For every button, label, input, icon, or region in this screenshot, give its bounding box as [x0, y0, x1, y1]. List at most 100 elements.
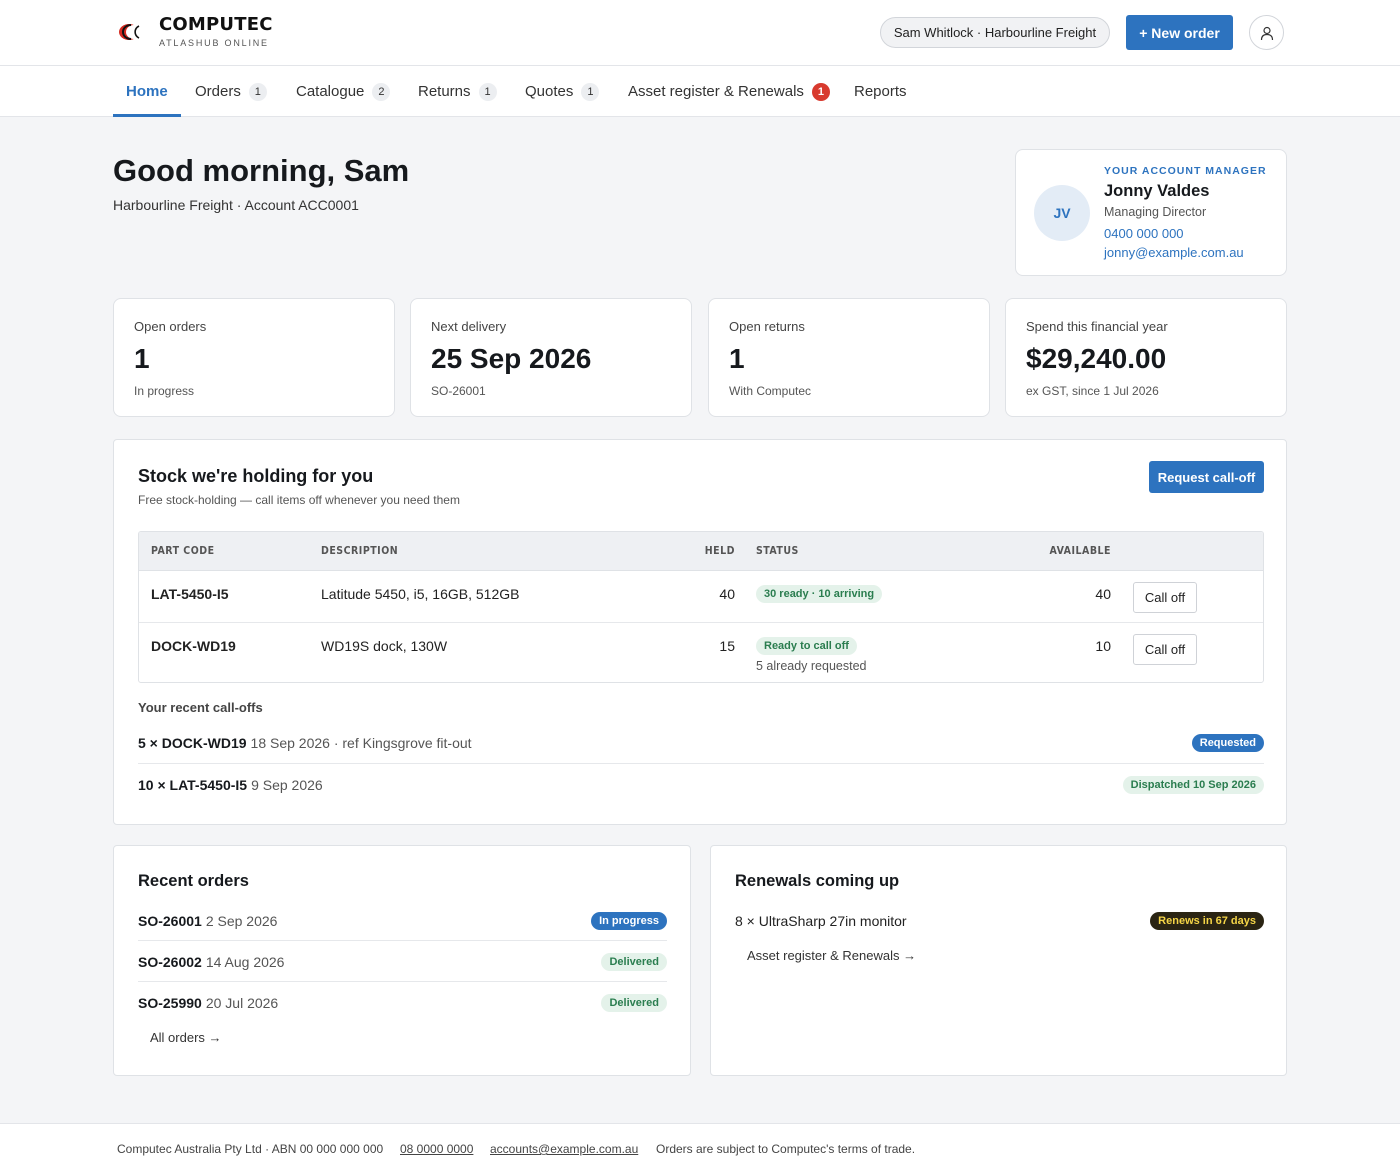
order-id: SO-25990 — [138, 995, 202, 1011]
column-header: STATUS — [756, 545, 799, 557]
table-row: DOCK-WD19 WD19S dock, 130W 15 Ready to c… — [139, 623, 1263, 682]
asset-register-link[interactable]: Asset register & Renewals → — [747, 948, 916, 963]
stat-label: Open returns — [729, 319, 805, 334]
call-off-button[interactable]: Call off — [1133, 582, 1197, 613]
tab-returns[interactable]: Returns 1 — [418, 66, 497, 117]
status-badge: Dispatched 10 Sep 2026 — [1122, 775, 1264, 794]
order-id: SO-26001 — [138, 912, 202, 929]
call-off-detail: 18 Sep 2026 · ref Kingsgrove fit-out — [250, 735, 472, 751]
tab-count-badge: 2 — [372, 82, 391, 101]
call-off-item: 10 × LAT-5450-I5 — [138, 776, 248, 793]
stat-sub: In progress — [134, 384, 195, 398]
list-item[interactable]: SO-26002 14 Aug 2026 Delivered — [138, 942, 667, 982]
status-badge: Delivered — [601, 952, 667, 971]
table-header: PART CODE DESCRIPTION HELD STATUS AVAILA… — [139, 532, 1263, 571]
list-item[interactable]: SO-25990 20 Jul 2026 Delivered — [138, 983, 667, 1023]
status-badge: Ready to call off — [756, 637, 857, 655]
top-bar: COMPUTEC ATLASHUB ONLINE Sam Whitlock · … — [0, 0, 1400, 66]
brand-tagline: ATLASHUB ONLINE — [159, 38, 269, 48]
stat-open-orders: Open orders 1 In progress — [113, 298, 395, 417]
section-title: Renewals coming up — [735, 872, 900, 890]
stat-label: Spend this financial year — [1026, 319, 1168, 334]
stat-value: 1 — [134, 343, 150, 374]
call-off-button[interactable]: Call off — [1133, 634, 1197, 665]
stat-sub: SO-26001 — [431, 384, 486, 398]
manager-phone-link[interactable]: 0400 000 000 — [1104, 226, 1184, 241]
order-id: SO-26002 — [138, 953, 202, 970]
stat-sub: With Computec — [729, 384, 812, 398]
tab-count-badge: 1 — [581, 82, 600, 101]
tab-label: Returns — [418, 83, 471, 100]
stat-open-returns: Open returns 1 With Computec — [708, 298, 990, 417]
part-description: WD19S dock, 130W — [321, 638, 448, 654]
tab-reports[interactable]: Reports — [854, 66, 907, 117]
new-order-button[interactable]: + New order — [1126, 15, 1233, 50]
tab-label: Orders — [195, 83, 241, 100]
stat-sub: ex GST, since 1 Jul 2026 — [1026, 384, 1159, 398]
manager-name: Jonny Valdes — [1104, 182, 1210, 200]
manager-label: YOUR ACCOUNT MANAGER — [1104, 165, 1267, 177]
order-date: 14 Aug 2026 — [205, 953, 285, 970]
tab-quotes[interactable]: Quotes 1 — [525, 66, 600, 117]
table-row: LAT-5450-I5 Latitude 5450, i5, 16GB, 512… — [139, 571, 1263, 623]
status-badge: 30 ready · 10 arriving — [756, 585, 883, 603]
stock-holding-panel: Stock we're holding for you Free stock-h… — [113, 439, 1287, 825]
request-call-off-button[interactable]: Request call-off — [1149, 461, 1264, 493]
status-badge: Delivered — [601, 994, 667, 1012]
list-item[interactable]: SO-26001 2 Sep 2026 In progress — [138, 901, 667, 941]
stat-next-delivery: Next delivery 25 Sep 2026 SO-26001 — [410, 298, 692, 417]
tab-orders[interactable]: Orders 1 — [195, 66, 267, 117]
brand-name: COMPUTEC — [159, 14, 273, 35]
footer-company: Computec Australia Pty Ltd · ABN 00 000 … — [117, 1142, 384, 1156]
footer-phone-link[interactable]: 08 0000 0000 — [400, 1142, 473, 1156]
avatar: JV — [1034, 185, 1090, 241]
page-title: Good morning, Sam — [113, 153, 410, 188]
main-nav: Home Orders 1 Catalogue 2 Returns 1 Quot… — [0, 66, 1400, 117]
stat-label: Next delivery — [431, 319, 507, 334]
stat-value: 25 Sep 2026 — [431, 343, 592, 374]
order-date: 20 Jul 2026 — [205, 995, 279, 1011]
footer-email-link[interactable]: accounts@example.com.au — [490, 1142, 638, 1156]
manager-email-link[interactable]: jonny@example.com.au — [1104, 245, 1244, 260]
column-header: DESCRIPTION — [321, 545, 399, 557]
stat-label: Open orders — [134, 319, 207, 334]
tab-count-badge: 1 — [478, 82, 497, 101]
account-switcher[interactable]: Sam Whitlock · Harbourline Freight — [880, 17, 1110, 48]
part-description: Latitude 5450, i5, 16GB, 512GB — [321, 586, 520, 602]
held-qty: 15 — [719, 638, 735, 654]
list-item[interactable]: 5 × DOCK-WD19 18 Sep 2026 · ref Kingsgro… — [138, 723, 1264, 764]
available-qty: 10 — [1095, 638, 1111, 654]
renewal-item: 8 × UltraSharp 27in monitor — [735, 913, 907, 929]
call-off-detail: 9 Sep 2026 — [251, 776, 323, 793]
brand-logo[interactable]: COMPUTEC ATLASHUB ONLINE — [117, 14, 273, 48]
tab-label: Catalogue — [296, 83, 365, 100]
user-menu-button[interactable] — [1249, 15, 1284, 50]
all-orders-link[interactable]: All orders → — [150, 1030, 222, 1045]
status-badge: In progress — [591, 911, 667, 930]
part-code: DOCK-WD19 — [151, 638, 236, 654]
tab-count-badge: 1 — [248, 82, 267, 101]
order-date: 2 Sep 2026 — [205, 912, 278, 929]
tab-home[interactable]: Home — [113, 66, 181, 117]
tab-label: Reports — [854, 83, 907, 100]
tab-catalogue[interactable]: Catalogue 2 — [296, 66, 391, 117]
status-badge: Requested — [1191, 734, 1264, 752]
column-header: HELD — [704, 545, 735, 557]
tab-alert-badge: 1 — [811, 82, 830, 101]
part-code: LAT-5450-I5 — [151, 586, 229, 602]
stat-spend: Spend this financial year $29,240.00 ex … — [1005, 298, 1287, 417]
computec-logo-icon — [117, 17, 147, 47]
recent-orders-card: Recent orders SO-26001 2 Sep 2026 In pro… — [113, 845, 691, 1076]
stat-value: 1 — [729, 343, 745, 374]
list-item[interactable]: 8 × UltraSharp 27in monitor Renews in 67… — [735, 901, 1264, 941]
recent-call-offs-label: Your recent call-offs — [138, 700, 263, 715]
tab-asset-register[interactable]: Asset register & Renewals 1 — [628, 66, 830, 117]
renewals-card: Renewals coming up 8 × UltraSharp 27in m… — [710, 845, 1287, 1076]
status-badge: Renews in 67 days — [1150, 912, 1264, 930]
manager-role: Managing Director — [1104, 205, 1207, 219]
user-icon — [1260, 26, 1273, 40]
held-qty: 40 — [719, 586, 735, 602]
column-header: PART CODE — [151, 545, 215, 557]
list-item[interactable]: 10 × LAT-5450-I5 9 Sep 2026 Dispatched 1… — [138, 764, 1264, 805]
account-manager-card: JV YOUR ACCOUNT MANAGER Jonny Valdes Man… — [1015, 149, 1287, 276]
